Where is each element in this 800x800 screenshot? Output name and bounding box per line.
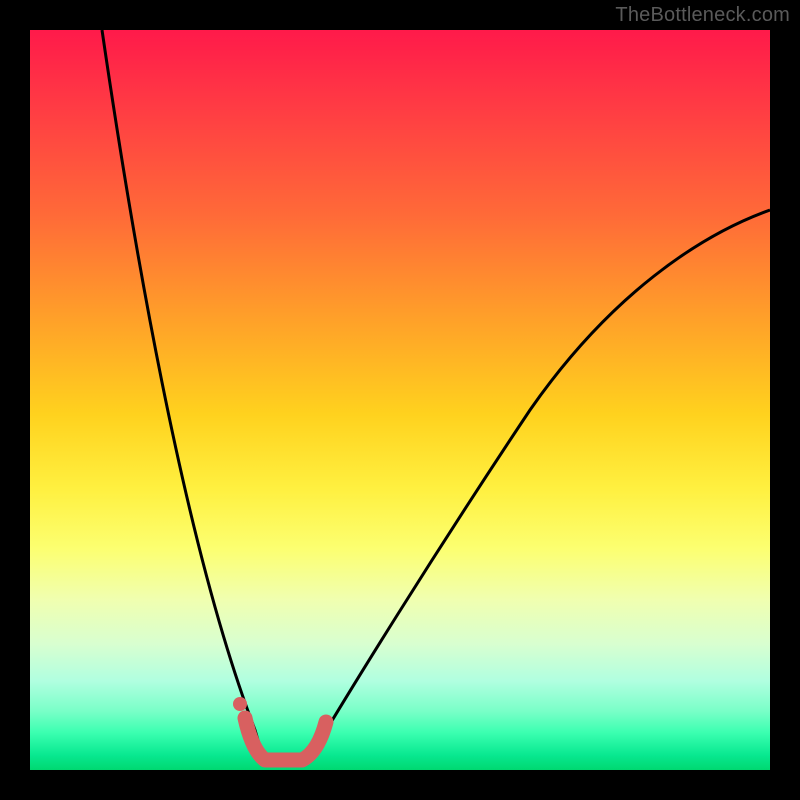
optimal-zone-marker	[245, 718, 326, 760]
bottleneck-curve	[30, 30, 770, 770]
plot-area	[30, 30, 770, 770]
optimal-zone-dot	[233, 697, 247, 711]
curve-left-branch	[102, 30, 263, 754]
watermark-text: TheBottleneck.com	[615, 4, 790, 27]
curve-right-branch	[312, 210, 770, 754]
